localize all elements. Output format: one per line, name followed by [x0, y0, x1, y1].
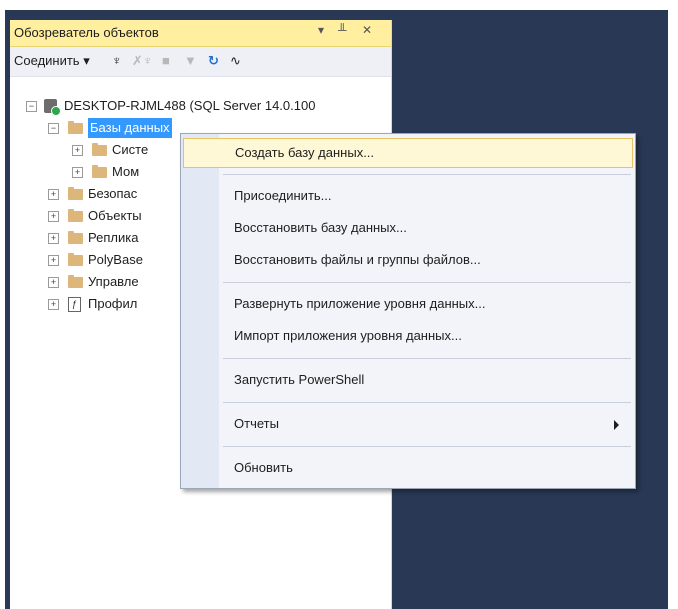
folder-icon — [92, 143, 107, 156]
menu-separator — [223, 174, 631, 175]
dropdown-icon[interactable]: ▾ — [318, 23, 324, 37]
profiler-icon: ƒ — [68, 297, 81, 312]
expand-icon[interactable]: + — [48, 277, 59, 288]
refresh-icon[interactable]: ↻ — [208, 53, 219, 69]
menu-separator — [223, 402, 631, 403]
profiler-label: Профил — [88, 296, 138, 311]
submenu-arrow-icon — [614, 420, 619, 430]
menu-item-label: Создать базу данных... — [235, 145, 375, 160]
filter-icon[interactable]: ▼ — [184, 53, 197, 68]
expand-icon[interactable]: + — [72, 167, 83, 178]
menu-item-import-data-tier[interactable]: Импорт приложения уровня данных... — [183, 322, 633, 352]
databases-label: Базы данных — [88, 118, 172, 138]
object-explorer-title-bar[interactable]: Обозреватель объектов ▾ ╨ ✕ — [10, 20, 391, 47]
menu-item-reports[interactable]: Отчеты — [183, 410, 633, 440]
folder-icon — [92, 165, 107, 178]
menu-item-label: Запустить PowerShell — [234, 372, 365, 387]
menu-separator — [223, 358, 631, 359]
collapse-icon[interactable]: − — [26, 101, 37, 112]
context-menu: Создать базу данных... Присоединить... В… — [180, 133, 636, 489]
menu-item-label: Отчеты — [234, 416, 279, 431]
pin-icon[interactable]: ╨ — [338, 23, 347, 37]
menu-item-label: Присоединить... — [234, 188, 332, 203]
close-icon[interactable]: ✕ — [362, 23, 372, 37]
menu-item-label: Развернуть приложение уровня данных... — [234, 296, 486, 311]
management-label: Управле — [88, 274, 139, 289]
expand-icon[interactable]: + — [48, 255, 59, 266]
object-explorer-toolbar: Соединить ▾ ♆ ✗♆ ■ ▼ ↻ ∿ — [10, 47, 391, 77]
connect-button[interactable]: Соединить ▾ — [14, 53, 90, 69]
collapse-icon[interactable]: − — [48, 123, 59, 134]
menu-separator — [223, 446, 631, 447]
disconnect-icon[interactable]: ✗♆ — [132, 53, 153, 69]
server-objects-label: Объекты — [88, 208, 142, 223]
menu-item-label: Восстановить базу данных... — [234, 220, 407, 235]
server-label: DESKTOP-RJML488 (SQL Server 14.0.100 — [64, 98, 316, 113]
menu-item-refresh[interactable]: Обновить — [183, 454, 633, 484]
folder-icon — [68, 209, 83, 222]
menu-item-restore-database[interactable]: Восстановить базу данных... — [183, 214, 633, 244]
menu-item-create-database[interactable]: Создать базу данных... — [183, 138, 633, 168]
menu-item-start-powershell[interactable]: Запустить PowerShell — [183, 366, 633, 396]
folder-icon — [68, 187, 83, 200]
polybase-label: PolyBase — [88, 252, 143, 267]
folder-icon — [68, 121, 83, 134]
menu-item-deploy-data-tier[interactable]: Развернуть приложение уровня данных... — [183, 290, 633, 320]
menu-item-label: Импорт приложения уровня данных... — [234, 328, 462, 343]
expand-icon[interactable]: + — [48, 211, 59, 222]
folder-icon — [68, 253, 83, 266]
expand-icon[interactable]: + — [48, 233, 59, 244]
menu-item-label: Восстановить файлы и группы файлов... — [234, 252, 481, 267]
folder-icon — [68, 275, 83, 288]
panel-title: Обозреватель объектов — [14, 25, 159, 40]
snapshots-label: Мом — [112, 164, 140, 179]
expand-icon[interactable]: + — [48, 299, 59, 310]
server-icon — [44, 99, 61, 116]
folder-icon — [68, 231, 83, 244]
stop-icon[interactable]: ■ — [162, 53, 170, 68]
menu-item-restore-files[interactable]: Восстановить файлы и группы файлов... — [183, 246, 633, 276]
plug-icon[interactable]: ♆ — [112, 53, 122, 68]
system-databases-label: Систе — [112, 142, 149, 157]
tree-row-server[interactable]: − DESKTOP-RJML488 (SQL Server 14.0.100 — [10, 96, 391, 116]
menu-item-label: Обновить — [234, 460, 293, 475]
expand-icon[interactable]: + — [72, 145, 83, 156]
expand-icon[interactable]: + — [48, 189, 59, 200]
security-label: Безопас — [88, 186, 138, 201]
activity-icon[interactable]: ∿ — [230, 53, 241, 69]
menu-separator — [223, 282, 631, 283]
menu-item-attach[interactable]: Присоединить... — [183, 182, 633, 212]
replication-label: Реплика — [88, 230, 139, 245]
